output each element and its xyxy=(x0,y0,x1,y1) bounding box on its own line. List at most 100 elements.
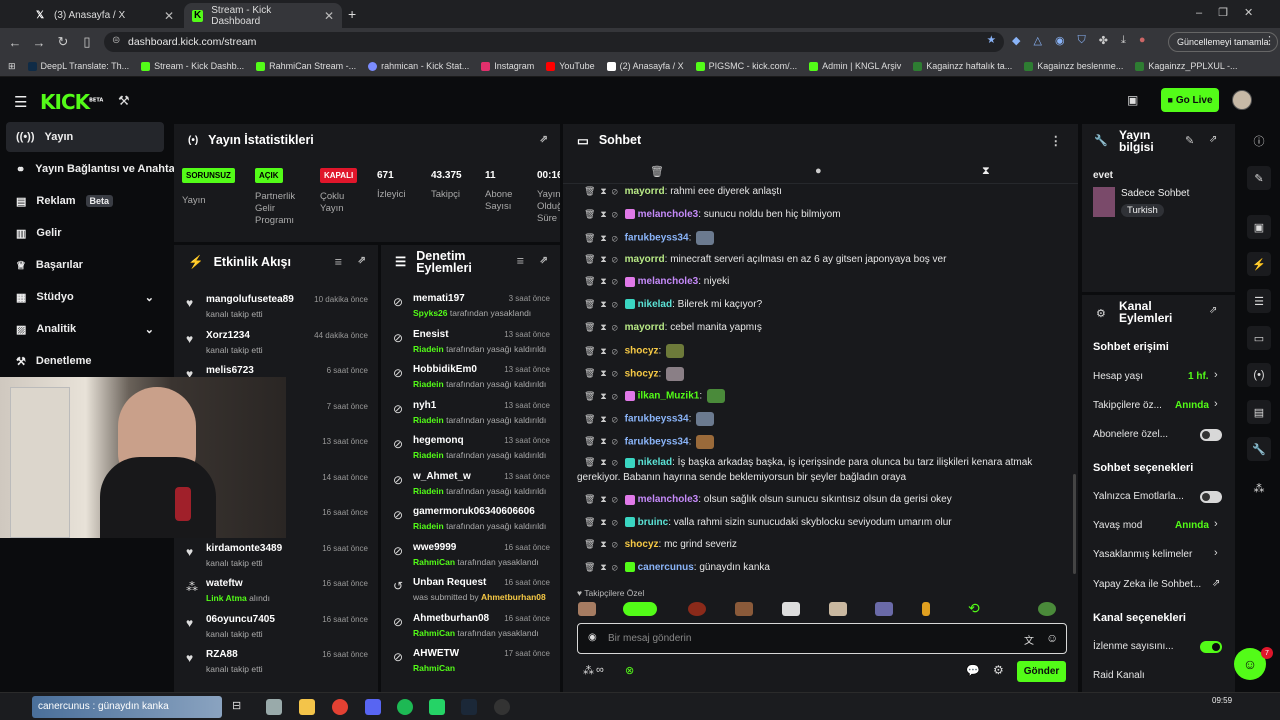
message-controls-icon[interactable]: 🗑⧗⊘ xyxy=(584,209,623,219)
bookmark-item[interactable]: Instagram xyxy=(481,61,534,71)
chat-username[interactable]: farukbeyss34 xyxy=(625,233,689,244)
bookmark-item[interactable]: Admin | KNGL Arşiv xyxy=(809,61,901,71)
task-view-icon[interactable]: ⊟ xyxy=(232,699,248,715)
chat-message[interactable]: 🗑⧗⊘ shocyz: mc grind severiz xyxy=(584,539,737,550)
chat-username[interactable]: canercunus xyxy=(638,562,694,573)
chat-username[interactable]: farukbeyss34 xyxy=(625,436,689,447)
username[interactable]: Xorz1234 xyxy=(206,330,250,341)
sidebar-item-yayin[interactable]: ((•)) Yayın xyxy=(6,122,164,152)
forward-icon[interactable]: → xyxy=(27,35,51,50)
bookmark-item[interactable]: YouTube xyxy=(546,61,595,71)
list-icon[interactable]: ☰ xyxy=(1247,289,1271,313)
list-item[interactable]: ⊘ nyh1 Riadein tarafından yasağı kaldırıld… xyxy=(381,396,560,432)
hourglass-icon[interactable]: ⧗ xyxy=(982,165,990,178)
bookmark-item[interactable]: PIGSMC - kick.com/... xyxy=(695,61,797,71)
chat-message[interactable]: 🗑⧗⊘ shocyz: xyxy=(584,344,685,359)
chevron-right-icon[interactable]: › xyxy=(1214,369,1218,381)
emote-icon[interactable] xyxy=(688,602,706,616)
sidebar-item-analytics[interactable]: ▨ Analitik ⌄ xyxy=(6,314,164,344)
list-item[interactable]: ♥ 06oyuncu7405 kanalı takip etti 16 saat ön… xyxy=(174,610,378,646)
emote-icon[interactable] xyxy=(829,602,847,616)
settings-gear-icon[interactable]: ⚙ xyxy=(993,663,1004,677)
bookmark-item[interactable]: Kagainzz haftalık ta... xyxy=(913,61,1012,71)
filter-icon[interactable]: ≡ xyxy=(517,255,524,268)
username[interactable]: Unban Request xyxy=(413,577,486,588)
steam-icon[interactable] xyxy=(461,699,477,715)
external-link-icon[interactable]: ⇗ xyxy=(1212,578,1220,589)
go-live-button[interactable]: ■ Go Live xyxy=(1161,88,1219,112)
list-item[interactable]: ♥ Xorz1234 kanalı takip etti 44 dakika önce xyxy=(174,326,378,362)
chevron-right-icon[interactable]: › xyxy=(1214,547,1218,559)
message-controls-icon[interactable]: 🗑⧗⊘ xyxy=(584,391,623,401)
list-item[interactable]: ⊘ Ahmetburhan08 RahmiCan tarafından yasakl… xyxy=(381,609,560,645)
broadcast-icon[interactable]: (•) xyxy=(1247,363,1271,387)
message-controls-icon[interactable]: 🗑⧗⊘ xyxy=(584,457,623,467)
bookmark-item[interactable]: Stream - Kick Dashb... xyxy=(141,61,244,71)
username[interactable]: Enesist xyxy=(413,329,449,340)
chat-username[interactable]: shocyz xyxy=(625,539,659,550)
username[interactable]: gamermoruk06340606606 xyxy=(413,506,535,517)
emote-icon[interactable] xyxy=(1038,602,1056,616)
obs-icon[interactable] xyxy=(494,699,510,715)
bookmark-item[interactable]: RahmiCan Stream -... xyxy=(256,61,356,71)
spotify-icon[interactable] xyxy=(397,699,413,715)
edit-pencil-icon[interactable]: ✎ xyxy=(1185,134,1194,147)
new-tab-icon[interactable]: + xyxy=(348,6,356,22)
message-controls-icon[interactable]: 🗑⧗⊘ xyxy=(584,436,623,446)
list-item[interactable]: ⁂ wateftw Link Atma alındı 16 saat önce xyxy=(174,574,378,610)
message-controls-icon[interactable]: 🗑⧗⊘ xyxy=(584,562,623,572)
repeat-emote-icon[interactable]: ⟲ xyxy=(968,600,980,617)
list-item[interactable]: ⊘ w_Ahmet_w Riadein tarafından yasağı kald… xyxy=(381,467,560,503)
raid-channel-label[interactable]: Raid Kanalı xyxy=(1093,670,1145,681)
chat-message[interactable]: 🗑⧗⊘ nikelad: İş başka arkadaş başka, iş i… xyxy=(584,457,1032,468)
reload-icon[interactable]: ↻ xyxy=(51,34,75,50)
slow-mode-value[interactable]: Anında xyxy=(1175,520,1209,531)
list-item[interactable]: ⊘ memati197 Spyks26 tarafından yasaklandı 3… xyxy=(381,289,560,325)
chevron-right-icon[interactable]: › xyxy=(1214,398,1218,410)
username[interactable]: mangolufusetea89 xyxy=(206,294,294,305)
app-icon[interactable] xyxy=(266,699,282,715)
user-avatar[interactable] xyxy=(1232,90,1252,110)
emote-icon[interactable] xyxy=(875,602,893,616)
username[interactable]: hegemonq xyxy=(413,435,464,446)
menu-dots-icon[interactable]: ⋮ xyxy=(1264,34,1275,47)
share-icon[interactable]: ⁂ xyxy=(583,664,594,677)
chat-message[interactable]: 🗑⧗⊘ mayorrd: rahmi eee diyerek anlaştı xyxy=(584,186,782,197)
trash-icon[interactable]: 🗑 xyxy=(650,165,664,178)
account-age-value[interactable]: 1 hf. xyxy=(1188,371,1209,382)
banned-words-label[interactable]: Yasaklanmış kelimeler xyxy=(1093,549,1192,560)
list-item[interactable]: ♥ RZA88 kanalı takip etti 16 saat önce xyxy=(174,645,378,681)
whatsapp-icon[interactable] xyxy=(429,699,445,715)
emote-icon[interactable] xyxy=(623,602,657,616)
chat-message[interactable]: 🗑⧗⊘ melanchole3: niyeki xyxy=(584,276,729,287)
message-icon[interactable]: ● xyxy=(815,165,822,177)
close-tab-icon[interactable]: ✕ xyxy=(164,9,174,23)
sidebar-icon[interactable]: ▯ xyxy=(75,34,99,50)
chat-username[interactable]: melanchole3 xyxy=(638,276,699,287)
stack-icon[interactable]: ▤ xyxy=(1247,400,1271,424)
list-item[interactable]: ⊘ gamermoruk06340606606 Riadein tarafından… xyxy=(381,502,560,538)
chat-username[interactable]: bruinc xyxy=(638,517,669,528)
message-controls-icon[interactable]: 🗑⧗⊘ xyxy=(584,494,623,504)
apps-icon[interactable]: ⊞ xyxy=(8,61,16,72)
chat-message[interactable]: 🗑⧗⊘ bruinc: valla rahmi sizin sunucudaki … xyxy=(584,517,952,528)
username[interactable]: Ahmetburhan08 xyxy=(413,613,489,624)
sidebar-item-moderation[interactable]: ⚒ Denetleme xyxy=(6,346,164,376)
viewer-count-toggle[interactable] xyxy=(1200,641,1222,653)
sidebar-item-ads[interactable]: ▤ Reklam Beta xyxy=(6,186,164,216)
popout-icon[interactable]: ⇗ xyxy=(540,134,548,145)
emotes-only-toggle[interactable] xyxy=(1200,491,1222,503)
subscribers-only-toggle[interactable] xyxy=(1200,429,1222,441)
chat-message[interactable]: 🗑⧗⊘ farukbeyss34: xyxy=(584,434,715,449)
sidebar-item-achievements[interactable]: ♕ Başarılar xyxy=(6,250,164,280)
username[interactable]: memati197 xyxy=(413,293,465,304)
filter-icon[interactable]: ≡ xyxy=(335,255,342,269)
message-controls-icon[interactable]: 🗑⧗⊘ xyxy=(584,346,623,356)
kick-status-icon[interactable]: ⊗ xyxy=(625,664,634,677)
chat-message[interactable]: 🗑⧗⊘ shocyz: xyxy=(584,366,685,381)
chat-input[interactable]: ◉ Bir mesaj gönderin 文 ☺ xyxy=(577,623,1067,654)
chat-message[interactable]: 🗑⧗⊘ ilkan_Muzik1: xyxy=(584,389,725,404)
popout-icon[interactable]: ⇗ xyxy=(358,255,366,266)
message-controls-icon[interactable]: 🗑⧗⊘ xyxy=(584,299,623,309)
sidebar-item-revenue[interactable]: ▥ Gelir xyxy=(6,218,164,248)
